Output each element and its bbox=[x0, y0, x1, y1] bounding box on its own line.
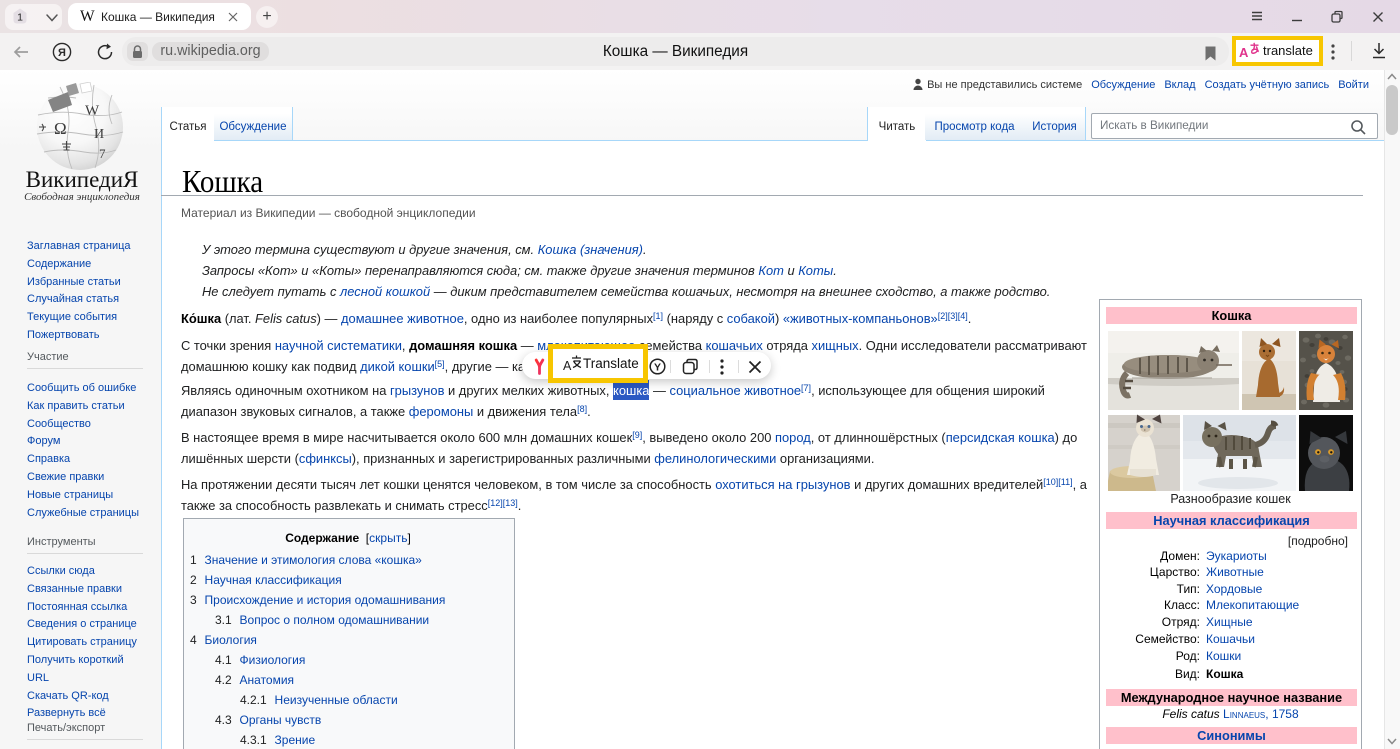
svg-text:Ω: Ω bbox=[54, 119, 67, 138]
svg-text:W: W bbox=[85, 103, 100, 119]
svg-text:Y: Y bbox=[654, 362, 661, 374]
svg-text:1: 1 bbox=[17, 12, 23, 24]
svg-text:A: A bbox=[563, 359, 572, 373]
svg-text:A: A bbox=[1239, 45, 1249, 60]
svg-text:Я: Я bbox=[58, 47, 66, 59]
svg-text:7: 7 bbox=[99, 146, 106, 161]
svg-text:И: И bbox=[94, 127, 104, 142]
